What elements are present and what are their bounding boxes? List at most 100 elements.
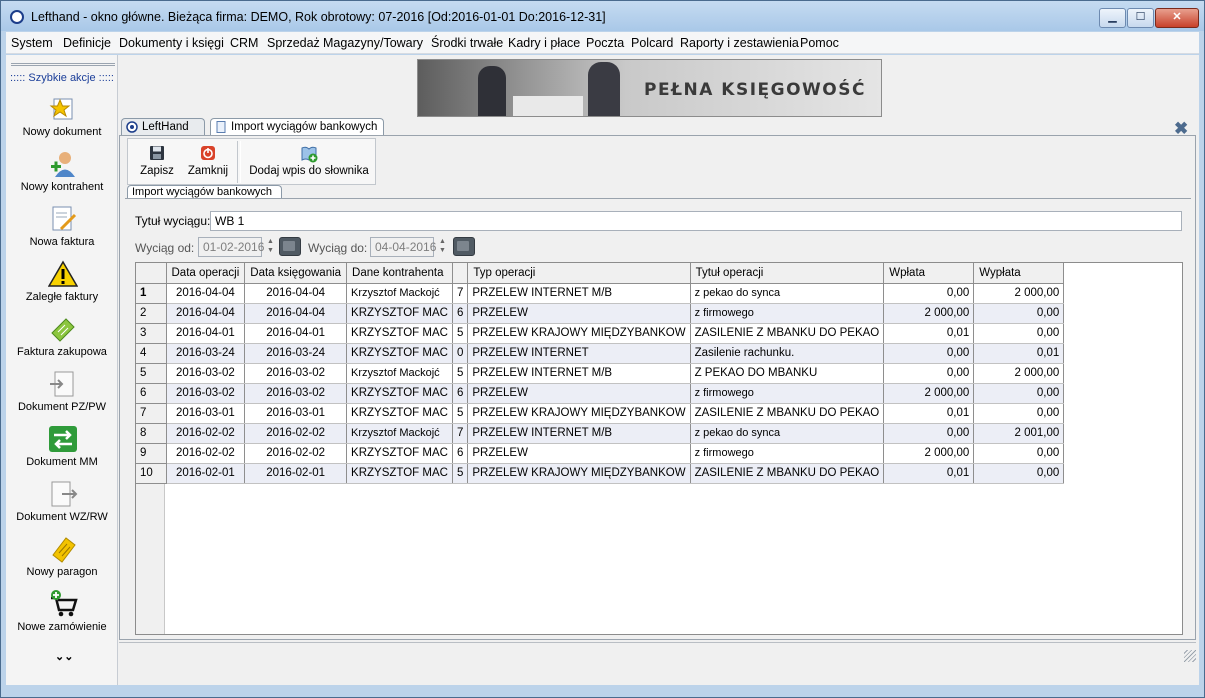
cell-operation-title[interactable]: z pekao do synca	[690, 423, 885, 444]
cell-counterparty-extra[interactable]: 5	[452, 463, 469, 484]
cell-operation-date[interactable]: 2016-04-01	[166, 323, 246, 344]
cell-operation-type[interactable]: PRZELEW KRAJOWY MIĘDZYBANKOW	[467, 463, 691, 484]
sidebar-item-dokument-wz-rw[interactable]: Dokument WZ/RW	[6, 480, 118, 534]
cell-withdrawal[interactable]: 0,00	[973, 443, 1065, 464]
sidebar-item-dokument-mm[interactable]: Dokument MM	[6, 425, 118, 479]
menu-magazyny-towary[interactable]: Magazyny/Towary	[323, 36, 423, 50]
save-button[interactable]: Zapisz	[131, 141, 183, 183]
cell-counterparty[interactable]: KRZYSZTOF MAC	[346, 403, 453, 424]
cell-operation-type[interactable]: PRZELEW	[467, 383, 691, 404]
cell-deposit[interactable]: 2 000,00	[883, 303, 975, 324]
cell-counterparty-extra[interactable]: 6	[452, 383, 469, 404]
sidebar-grip[interactable]	[11, 63, 115, 66]
tab-import-wyciagow-sub[interactable]: Import wyciągów bankowych	[127, 185, 282, 199]
cell-operation-title[interactable]: ZASILENIE Z MBANKU DO PEKAO	[690, 403, 885, 424]
menu-srodki-trwale[interactable]: Środki trwałe	[431, 36, 503, 50]
minimize-button[interactable]: ▁	[1099, 8, 1126, 28]
date-spinner-icon[interactable]: ▲ ▼	[265, 237, 276, 257]
menu-dokumenty-i-ksiegi[interactable]: Dokumenty i księgi	[119, 36, 224, 50]
cell-counterparty[interactable]: Krzysztof Mackojć	[346, 363, 453, 384]
cell-posting-date[interactable]: 2016-03-02	[244, 363, 348, 384]
table-row[interactable]: 6 2016-03-02 2016-03-02 KRZYSZTOF MAC 6 PRZEL…	[136, 383, 1065, 404]
cell-row-number[interactable]: 4	[136, 343, 167, 364]
cell-operation-type[interactable]: PRZELEW	[467, 303, 691, 324]
menu-definicje[interactable]: Definicje	[63, 36, 111, 50]
tab-import-wyciagow[interactable]: Import wyciągów bankowych	[210, 118, 384, 136]
cell-operation-title[interactable]: z pekao do synca	[690, 283, 885, 304]
cell-withdrawal[interactable]: 0,01	[973, 343, 1065, 364]
sidebar-item-dokument-pz-pw[interactable]: Dokument PZ/PW	[6, 370, 118, 424]
table-row[interactable]: 5 2016-03-02 2016-03-02 Krzysztof Mackojć 5 P…	[136, 363, 1065, 384]
column-header-data-operacji[interactable]: Data operacji	[166, 263, 246, 284]
cell-posting-date[interactable]: 2016-04-01	[244, 323, 348, 344]
cell-row-number[interactable]: 5	[136, 363, 167, 384]
resize-grip-icon[interactable]	[1184, 650, 1196, 662]
cell-deposit[interactable]: 2 000,00	[883, 383, 975, 404]
sidebar-item-zalegle-faktury[interactable]: Zaległe faktury	[6, 260, 118, 314]
cell-counterparty[interactable]: KRZYSZTOF MAC	[346, 463, 453, 484]
table-row[interactable]: 9 2016-02-02 2016-02-02 KRZYSZTOF MAC 6 PRZEL…	[136, 443, 1065, 464]
cell-withdrawal[interactable]: 2 001,00	[973, 423, 1065, 444]
cell-operation-title[interactable]: ZASILENIE Z MBANKU DO PEKAO	[690, 463, 885, 484]
column-header-wyplata[interactable]: Wypłata	[973, 263, 1065, 284]
cell-counterparty-extra[interactable]: 0	[452, 343, 469, 364]
cell-operation-title[interactable]: z firmowego	[690, 443, 885, 464]
cell-operation-type[interactable]: PRZELEW INTERNET M/B	[467, 363, 691, 384]
cell-operation-date[interactable]: 2016-04-04	[166, 303, 246, 324]
table-row[interactable]: 3 2016-04-01 2016-04-01 KRZYSZTOF MAC 5 PRZEL…	[136, 323, 1065, 344]
cell-posting-date[interactable]: 2016-03-24	[244, 343, 348, 364]
date-spinner-icon[interactable]: ▲ ▼	[437, 237, 448, 257]
cell-deposit[interactable]: 0,01	[883, 403, 975, 424]
cell-row-number[interactable]: 3	[136, 323, 167, 344]
column-header-tytul-operacji[interactable]: Tytuł operacji	[690, 263, 885, 284]
cell-operation-type[interactable]: PRZELEW INTERNET M/B	[467, 283, 691, 304]
column-header-rownum[interactable]	[136, 263, 167, 284]
column-header-data-ksiegowania[interactable]: Data księgowania	[244, 263, 348, 284]
cell-withdrawal[interactable]: 2 000,00	[973, 363, 1065, 384]
menu-kadry-i-place[interactable]: Kadry i płace	[508, 36, 580, 50]
sidebar-more-chevron-icon[interactable]: ⌄⌄	[55, 650, 73, 663]
cell-operation-type[interactable]: PRZELEW	[467, 443, 691, 464]
sidebar-item-nowy-dokument[interactable]: Nowy dokument	[6, 95, 118, 149]
cell-operation-type[interactable]: PRZELEW KRAJOWY MIĘDZYBANKOW	[467, 323, 691, 344]
cell-withdrawal[interactable]: 0,00	[973, 303, 1065, 324]
cell-counterparty[interactable]: Krzysztof Mackojć	[346, 283, 453, 304]
sidebar-item-faktura-zakupowa[interactable]: Faktura zakupowa	[6, 315, 118, 369]
cell-row-number[interactable]: 9	[136, 443, 167, 464]
cell-counterparty[interactable]: KRZYSZTOF MAC	[346, 343, 453, 364]
sidebar-item-nowe-zamowienie[interactable]: Nowe zamówienie	[6, 590, 118, 644]
menu-sprzedaz[interactable]: Sprzedaż	[267, 36, 320, 50]
cell-counterparty[interactable]: KRZYSZTOF MAC	[346, 323, 453, 344]
cell-counterparty-extra[interactable]: 7	[452, 423, 469, 444]
sidebar-item-nowy-kontrahent[interactable]: Nowy kontrahent	[6, 150, 118, 204]
menu-pomoc[interactable]: Pomoc	[800, 36, 839, 50]
calendar-icon[interactable]	[453, 237, 475, 256]
cell-operation-title[interactable]: Z PEKAO DO MBANKU	[690, 363, 885, 384]
menu-crm[interactable]: CRM	[230, 36, 258, 50]
column-header-typ-operacji[interactable]: Typ operacji	[467, 263, 691, 284]
calendar-icon[interactable]	[279, 237, 301, 256]
table-row[interactable]: 10 2016-02-01 2016-02-01 KRZYSZTOF MAC 5 PRZE…	[136, 463, 1065, 484]
cell-row-number[interactable]: 10	[136, 463, 167, 484]
table-row[interactable]: 8 2016-02-02 2016-02-02 Krzysztof Mackojć 7 P…	[136, 423, 1065, 444]
cell-posting-date[interactable]: 2016-02-02	[244, 423, 348, 444]
cell-row-number[interactable]: 7	[136, 403, 167, 424]
cell-counterparty-extra[interactable]: 7	[452, 283, 469, 304]
close-button[interactable]: Zamknij	[183, 141, 233, 183]
add-dictionary-entry-button[interactable]: Dodaj wpis do słownika	[246, 141, 372, 183]
cell-deposit[interactable]: 0,00	[883, 343, 975, 364]
cell-operation-title[interactable]: z firmowego	[690, 383, 885, 404]
menu-poczta[interactable]: Poczta	[586, 36, 624, 50]
cell-operation-type[interactable]: PRZELEW INTERNET M/B	[467, 423, 691, 444]
cell-operation-date[interactable]: 2016-03-02	[166, 383, 246, 404]
cell-counterparty-extra[interactable]: 6	[452, 303, 469, 324]
cell-posting-date[interactable]: 2016-02-01	[244, 463, 348, 484]
cell-deposit[interactable]: 0,01	[883, 323, 975, 344]
cell-posting-date[interactable]: 2016-03-01	[244, 403, 348, 424]
cell-counterparty[interactable]: Krzysztof Mackojć	[346, 423, 453, 444]
cell-counterparty[interactable]: KRZYSZTOF MAC	[346, 443, 453, 464]
menu-raporty[interactable]: Raporty i zestawienia	[680, 36, 799, 50]
maximize-button[interactable]: ☐	[1127, 8, 1154, 28]
cell-row-number[interactable]: 1	[136, 283, 167, 304]
cell-withdrawal[interactable]: 0,00	[973, 383, 1065, 404]
